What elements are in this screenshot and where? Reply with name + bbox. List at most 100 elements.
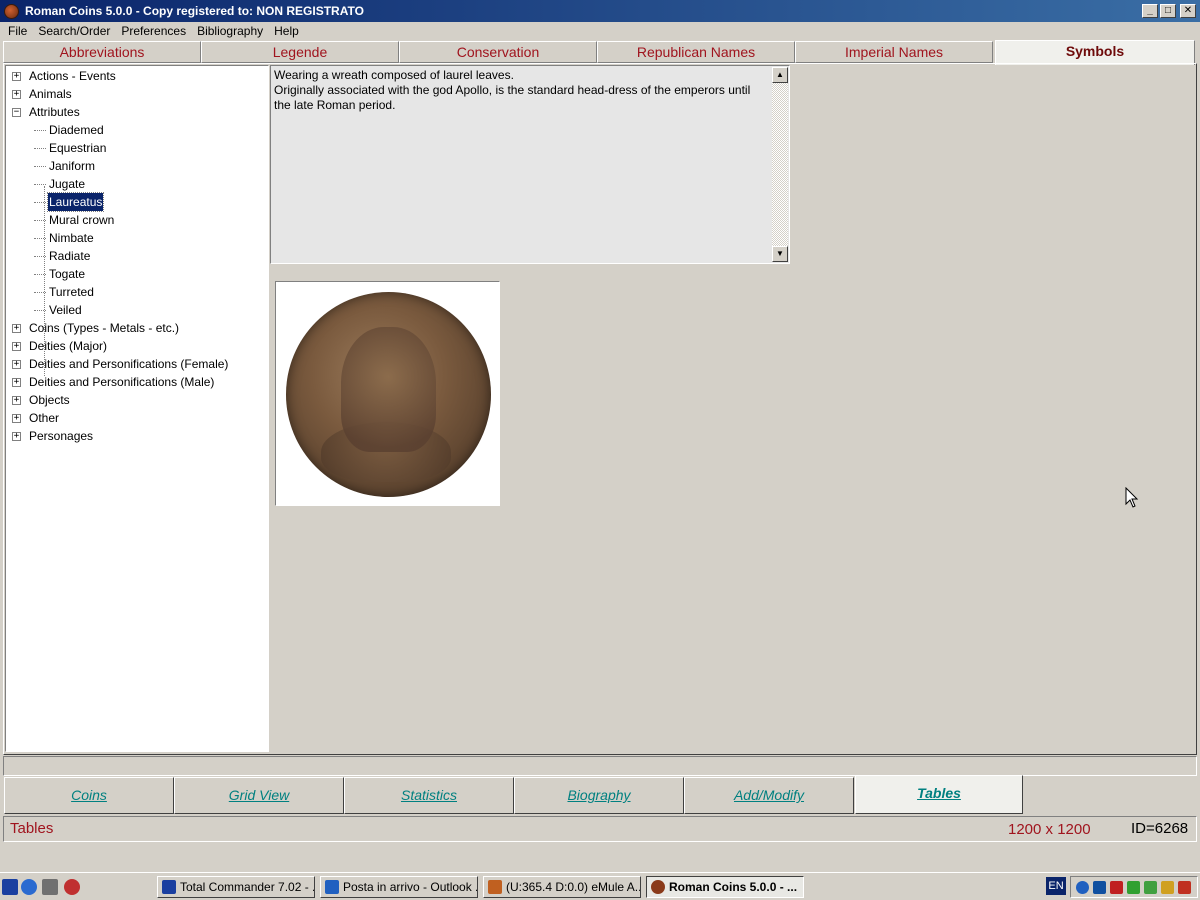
floppy-icon[interactable] xyxy=(2,879,18,895)
tree-item-jugate[interactable]: Jugate xyxy=(34,175,86,193)
taskbar: Total Commander 7.02 - ... Posta in arri… xyxy=(0,872,1200,900)
maximize-button[interactable]: □ xyxy=(1160,4,1176,18)
tree-item-janiform[interactable]: Janiform xyxy=(34,157,96,175)
app-coin-icon xyxy=(651,880,665,894)
shield-icon[interactable] xyxy=(1161,881,1174,894)
expand-icon[interactable]: + xyxy=(12,341,21,351)
tab-biography[interactable]: Biography xyxy=(514,777,684,814)
close-button[interactable]: ✕ xyxy=(1180,4,1196,18)
expand-icon[interactable]: + xyxy=(12,413,21,423)
tree-item-radiate[interactable]: Radiate xyxy=(34,247,91,265)
tree-item-label: Coins (Types - Metals - etc.) xyxy=(29,321,180,335)
tab-symbols[interactable]: Symbols xyxy=(995,40,1195,65)
tree-item-label: Deities (Major) xyxy=(29,339,108,353)
tree-item-label: Deities and Personifications (Male) xyxy=(29,375,215,389)
scroll-down-button[interactable]: ▼ xyxy=(772,246,788,262)
tree-item-label: Jugate xyxy=(49,177,86,191)
tree-item-diademed[interactable]: Diademed xyxy=(34,121,105,139)
taskbar-emule[interactable]: (U:365.4 D:0.0) eMule A... xyxy=(483,876,641,898)
menu-bibliography[interactable]: Bibliography xyxy=(193,24,267,38)
tab-imperial-names[interactable]: Imperial Names xyxy=(795,41,993,63)
tab-abbreviations[interactable]: Abbreviations xyxy=(3,41,201,63)
tree-item-turreted[interactable]: Turreted xyxy=(34,283,95,301)
expand-icon[interactable]: + xyxy=(12,395,21,405)
tree-item-label: Radiate xyxy=(49,249,91,263)
launcher-icon[interactable] xyxy=(64,879,80,895)
expand-icon[interactable]: + xyxy=(12,359,21,369)
description-textbox[interactable]: Wearing a wreath composed of laurel leav… xyxy=(270,65,790,264)
tree-item-label: Mural crown xyxy=(49,213,115,227)
coin-image xyxy=(286,292,491,497)
tree-item-laureatus[interactable]: Laureatus xyxy=(34,192,105,212)
tree-item-nimbate[interactable]: Nimbate xyxy=(34,229,95,247)
collapse-icon[interactable]: − xyxy=(12,107,21,117)
menu-help[interactable]: Help xyxy=(270,24,303,38)
tab-add-modify[interactable]: Add/Modify xyxy=(684,777,854,814)
coin-image-frame xyxy=(275,281,500,506)
tree-item-label: Animals xyxy=(29,87,72,101)
tree-item-label: Equestrian xyxy=(49,141,107,155)
tab-republican-names[interactable]: Republican Names xyxy=(597,41,795,63)
symbols-tree[interactable]: + Actions - Events + Animals − Attribute… xyxy=(5,65,269,752)
taskbar-total-commander[interactable]: Total Commander 7.02 - ... xyxy=(157,876,315,898)
tree-item-deities-male[interactable]: + Deities and Personifications (Male) xyxy=(12,373,215,391)
volume-icon[interactable] xyxy=(1178,881,1191,894)
tab-conservation[interactable]: Conservation xyxy=(399,41,597,63)
scroll-up-button[interactable]: ▲ xyxy=(772,67,788,83)
gpu-icon[interactable] xyxy=(1144,881,1157,894)
minimize-button[interactable]: _ xyxy=(1142,4,1158,18)
tree-item-label-selected: Laureatus xyxy=(46,192,105,212)
language-indicator[interactable]: EN xyxy=(1046,877,1066,895)
media-player-icon[interactable] xyxy=(21,879,37,895)
network-icon[interactable] xyxy=(1093,881,1106,894)
tree-item-equestrian[interactable]: Equestrian xyxy=(34,139,107,157)
mouse-cursor-icon xyxy=(1125,487,1139,508)
taskbar-button-label: Roman Coins 5.0.0 - ... xyxy=(669,880,798,894)
taskbar-button-label: Posta in arrivo - Outlook ... xyxy=(343,880,478,894)
tree-item-label: Togate xyxy=(49,267,86,281)
tree-item-deities-female[interactable]: + Deities and Personifications (Female) xyxy=(12,355,229,373)
menu-preferences[interactable]: Preferences xyxy=(117,24,190,38)
taskbar-button-label: Total Commander 7.02 - ... xyxy=(180,880,315,894)
expand-icon[interactable]: + xyxy=(12,431,21,441)
globe-icon[interactable] xyxy=(1076,881,1089,894)
menu-file[interactable]: File xyxy=(4,24,31,38)
tree-item-label: Actions - Events xyxy=(29,69,116,83)
expand-icon[interactable]: + xyxy=(12,323,21,333)
tree-item-other[interactable]: + Other xyxy=(12,409,60,427)
expand-icon[interactable]: + xyxy=(12,377,21,387)
window-controls: _ □ ✕ xyxy=(1142,4,1196,18)
tree-item-personages[interactable]: + Personages xyxy=(12,427,94,445)
tree-item-togate[interactable]: Togate xyxy=(34,265,86,283)
tree-item-attributes[interactable]: − Attributes xyxy=(12,103,81,121)
tab-grid-view[interactable]: Grid View xyxy=(174,777,344,814)
tab-coins[interactable]: Coins xyxy=(4,777,174,814)
tree-item-deities-major[interactable]: + Deities (Major) xyxy=(12,337,108,355)
description-line: the late Roman period. xyxy=(274,98,396,112)
tree-item-label: Objects xyxy=(29,393,70,407)
menu-search-order[interactable]: Search/Order xyxy=(34,24,114,38)
antivirus-icon[interactable] xyxy=(1110,881,1123,894)
bottom-tab-filler xyxy=(1023,777,1197,814)
puzzle-icon[interactable] xyxy=(1127,881,1140,894)
tree-item-coins-types[interactable]: + Coins (Types - Metals - etc.) xyxy=(12,319,180,337)
status-image-size: 1200 x 1200 xyxy=(1008,821,1091,838)
tree-item-actions-events[interactable]: + Actions - Events xyxy=(12,67,117,85)
tree-item-animals[interactable]: + Animals xyxy=(12,85,73,103)
tab-legende[interactable]: Legende xyxy=(201,41,399,63)
expand-icon[interactable]: + xyxy=(12,89,21,99)
expand-icon[interactable]: + xyxy=(12,71,21,81)
tab-tables[interactable]: Tables xyxy=(855,775,1023,814)
tree-item-veiled[interactable]: Veiled xyxy=(34,301,83,319)
bottom-separator xyxy=(3,756,1197,776)
tree-item-mural-crown[interactable]: Mural crown xyxy=(34,211,115,229)
tab-statistics[interactable]: Statistics xyxy=(344,777,514,814)
window-title: Roman Coins 5.0.0 - Copy registered to: … xyxy=(25,4,364,18)
tree-item-label: Veiled xyxy=(49,303,82,317)
taskbar-outlook[interactable]: Posta in arrivo - Outlook ... xyxy=(320,876,478,898)
description-scrollbar[interactable]: ▲ ▼ xyxy=(772,67,788,262)
alien-icon[interactable] xyxy=(42,879,58,895)
emule-icon xyxy=(488,880,502,894)
tree-item-objects[interactable]: + Objects xyxy=(12,391,71,409)
taskbar-roman-coins[interactable]: Roman Coins 5.0.0 - ... xyxy=(646,876,804,898)
